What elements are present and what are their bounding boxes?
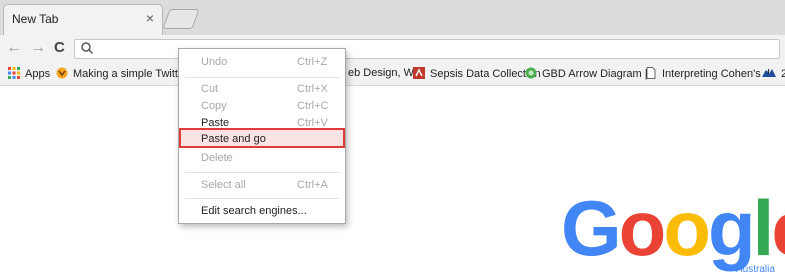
menu-item-delete[interactable]: Delete [179,149,345,167]
menu-item-label: Select all [201,179,246,191]
bookmark-twitter[interactable]: Making a simple Twitte [56,67,184,81]
toolbar: ← → C [0,35,785,63]
close-icon[interactable]: × [146,10,154,26]
bookmark-mountain[interactable]: 2 [762,67,785,81]
menu-item-edit-search-engines[interactable]: Edit search engines... [179,202,345,220]
context-menu: Undo Ctrl+Z Cut Ctrl+X Copy Ctrl+C Paste… [178,48,346,224]
bookmark-label: GBD Arrow Diagram | [542,68,648,80]
apps-grid-icon [8,67,20,79]
bookmark-sepsis[interactable]: Sepsis Data Collection [413,67,541,81]
menu-item-label: Cut [201,83,219,95]
menu-item-undo[interactable]: Undo Ctrl+Z [179,53,345,71]
bookmark-cohens-d[interactable]: Interpreting Cohen's d [645,67,770,81]
menu-item-cut[interactable]: Cut Ctrl+X [179,80,345,98]
forward-arrow-icon[interactable]: → [30,39,46,57]
menu-separator [185,198,339,199]
back-arrow-icon[interactable]: ← [6,39,22,57]
menu-item-label: Delete [201,152,233,164]
menu-item-label: Copy [201,100,227,112]
tab-strip: New Tab × [0,0,785,35]
menu-item-shortcut: Ctrl+A [297,179,328,191]
menu-separator [185,172,339,173]
tab-new-tab[interactable]: New Tab × [3,4,163,35]
search-icon [81,42,94,55]
bookmark-apps[interactable]: Apps [8,67,50,81]
logo-letter: o [618,184,667,272]
bookmark-label: Making a simple Twitte [73,68,185,80]
document-icon [646,67,656,79]
menu-item-copy[interactable]: Copy Ctrl+C [179,97,345,115]
menu-item-select-all[interactable]: Select all Ctrl+A [179,176,345,194]
bookmark-label: eb Design, We [348,67,420,79]
bookmark-label: 2 [781,68,785,80]
menu-item-label: Undo [201,56,228,68]
logo-letter: l [752,184,775,272]
logo-letter: e [771,184,785,272]
tab-title: New Tab [12,12,59,26]
mountain-icon [762,69,776,77]
logo-letter: o [663,184,711,272]
bookmarks-bar: Apps Making a simple Twitte eb Design, W… [0,63,785,86]
logo-letter: G [561,184,622,272]
menu-item-paste-and-go[interactable]: Paste and go [179,130,345,148]
bookmark-web-design[interactable]: eb Design, We [348,67,420,81]
bookmark-gbd-arrow[interactable]: GBD Arrow Diagram | [525,67,648,81]
menu-item-label: Edit search engines... [201,205,307,217]
menu-item-shortcut: Ctrl+Z [297,56,328,68]
fox-icon [56,67,68,79]
menu-separator [185,77,339,78]
green-circle-icon [525,67,537,79]
logo-letter: g [707,184,756,272]
reload-icon[interactable]: C [54,39,65,56]
red-square-icon [413,67,425,79]
menu-item-shortcut: Ctrl+C [297,100,329,112]
google-wordmark: Google [561,186,785,270]
menu-item-shortcut: Ctrl+X [297,83,328,95]
new-tab-button[interactable] [162,9,200,29]
menu-item-label: Paste and go [201,133,266,145]
bookmark-label: Apps [25,68,51,80]
bookmark-label: Interpreting Cohen's d [662,68,770,80]
google-logo: Google Australia [561,186,785,278]
logo-country: Australia [736,264,775,275]
